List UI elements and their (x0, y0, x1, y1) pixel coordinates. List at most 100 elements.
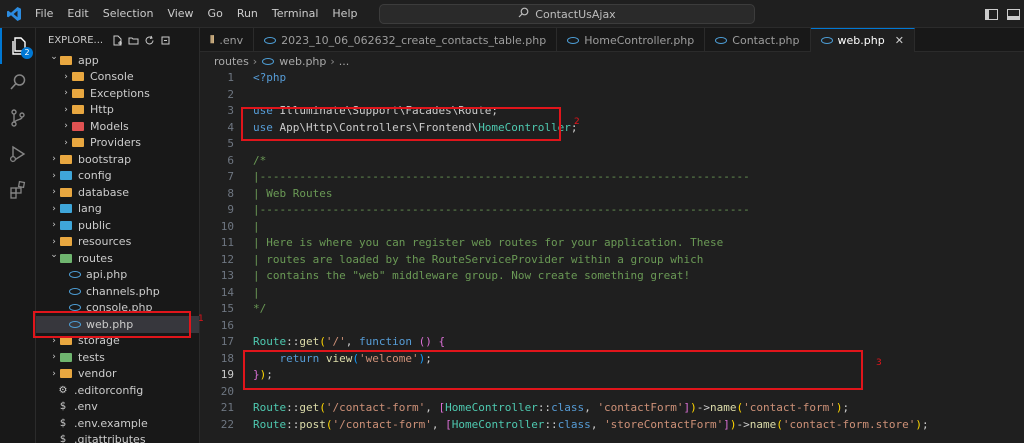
line-number: 2 (227, 87, 234, 101)
toggle-sidebar-icon[interactable] (980, 3, 1002, 25)
tree-folder[interactable]: › config (36, 168, 199, 185)
code-text: Route::get('/', function () { (234, 334, 445, 351)
menu-view[interactable]: View (160, 0, 200, 28)
collapse-all-icon[interactable] (159, 34, 172, 47)
tree-folder[interactable]: ⌄ routes (36, 250, 199, 267)
editor-tab[interactable]: ⦀ .env (200, 28, 255, 52)
editor-tab[interactable]: Contact.php (705, 28, 811, 52)
tree-item-label: .gitattributes (74, 433, 146, 443)
tree-item-label: Exceptions (90, 86, 150, 100)
tab-label: Contact.php (732, 33, 800, 47)
tree-item-label: .env.example (74, 416, 148, 430)
breadcrumb-separator-icon: › (330, 54, 335, 68)
code-token: , (431, 417, 446, 431)
code-token: ; (921, 417, 929, 431)
code-token: /* (253, 153, 267, 167)
chevron-right-icon: › (64, 88, 68, 99)
tree-file[interactable]: $ .env.example (36, 415, 199, 432)
tree-file[interactable]: $ .gitattributes (36, 432, 199, 443)
tree-file[interactable]: api.php (36, 267, 199, 284)
source-control-activity[interactable] (0, 100, 36, 136)
code-token: Route (253, 401, 287, 414)
run-debug-activity[interactable] (0, 136, 36, 172)
code-text: Route::get('/contact-form', [HomeControl… (234, 400, 849, 417)
menu-selection[interactable]: Selection (96, 0, 161, 28)
line-number: 1 (227, 71, 234, 84)
breadcrumb: routes › web.php › ... (200, 52, 1024, 70)
code-text: */ (234, 301, 266, 318)
menu-edit[interactable]: Edit (60, 0, 95, 28)
tree-file[interactable]: channels.php (36, 283, 199, 300)
tree-folder[interactable]: › Providers (36, 135, 199, 152)
line-number: 8 (227, 186, 234, 200)
code-token: <?php (253, 71, 287, 84)
tree-folder[interactable]: › lang (36, 201, 199, 218)
tree-item-label: database (78, 185, 129, 199)
tree-folder[interactable]: › tests (36, 349, 199, 366)
new-file-icon[interactable] (111, 34, 124, 47)
menu-file[interactable]: File (28, 0, 60, 28)
line-number: 13 (220, 269, 234, 282)
code-token: ( (776, 417, 783, 431)
code-token: ) (729, 417, 737, 431)
code-text: | (234, 219, 260, 236)
tree-item-label: Http (90, 103, 114, 117)
code-text: /* (234, 153, 266, 170)
tree-item-label: Console (90, 70, 134, 84)
tree-item-label: routes (78, 251, 113, 265)
editor-tab[interactable]: web.php ✕ (810, 28, 915, 52)
code-token: ( (319, 335, 326, 348)
chevron-down-icon: ⌄ (50, 52, 58, 63)
code-token: :: (286, 335, 300, 348)
breadcrumb-folder[interactable]: routes (214, 55, 249, 68)
code-token: class (551, 401, 585, 414)
folder-icon (60, 253, 72, 263)
editor-tabs: ⦀ .env 2023_10_06_062632_create_contacts_t… (200, 28, 1024, 52)
tree-folder[interactable]: › Http (36, 102, 199, 119)
command-center-text: ContactUsAjax (535, 7, 616, 21)
code-token: Route (253, 417, 287, 431)
explorer-activity[interactable]: 2 (0, 28, 36, 64)
tree-item-label: channels.php (86, 284, 160, 298)
editor-tab[interactable]: 2023_10_06_062632_create_contacts_table.… (254, 28, 558, 52)
menu-help[interactable]: Help (325, 0, 364, 28)
chevron-right-icon: › (64, 121, 68, 132)
editor-tab[interactable]: HomeController.php (557, 28, 706, 52)
refresh-icon[interactable] (143, 34, 156, 47)
extensions-activity[interactable] (0, 172, 36, 208)
line-number: 18 (220, 351, 234, 365)
code-token: | Here is where you can register web rou… (253, 236, 724, 249)
tree-folder[interactable]: › public (36, 217, 199, 234)
menu-run[interactable]: Run (230, 0, 265, 28)
tree-folder[interactable]: › Exceptions (36, 85, 199, 102)
menu-terminal[interactable]: Terminal (265, 0, 326, 28)
tree-folder[interactable]: ⌄ app (36, 52, 199, 69)
search-activity[interactable] (0, 64, 36, 100)
code-token: :: (537, 401, 552, 414)
breadcrumb-rest[interactable]: ... (339, 55, 350, 68)
menu-go[interactable]: Go (201, 0, 230, 28)
new-folder-icon[interactable] (127, 34, 140, 47)
code-token: -> (736, 417, 750, 431)
php-icon (820, 37, 833, 44)
toggle-panel-icon[interactable] (1002, 3, 1024, 25)
code-token: post (299, 417, 326, 431)
breadcrumb-file[interactable]: web.php (279, 55, 326, 68)
code-line: 11 | Here is where you can register web r… (200, 235, 1024, 252)
tree-folder[interactable]: › Models (36, 118, 199, 135)
tree-folder[interactable]: › vendor (36, 366, 199, 383)
tree-folder[interactable]: › database (36, 184, 199, 201)
tree-file[interactable]: ⚙ .editorconfig (36, 382, 199, 399)
chevron-down-icon: ⌄ (50, 250, 58, 261)
tree-file[interactable]: $ .env (36, 399, 199, 416)
tree-folder[interactable]: › resources (36, 234, 199, 251)
tree-folder[interactable]: › bootstrap (36, 151, 199, 168)
tree-folder[interactable]: › Console (36, 69, 199, 86)
code-token: '/contact-form' (325, 401, 426, 414)
close-icon[interactable]: ✕ (895, 34, 904, 47)
code-token: HomeController (445, 401, 538, 414)
line-number: 19 (220, 368, 234, 381)
code-text: | routes are loaded by the RouteServiceP… (234, 252, 703, 269)
code-token: , (345, 335, 359, 348)
command-center[interactable]: ContactUsAjax (379, 4, 755, 24)
